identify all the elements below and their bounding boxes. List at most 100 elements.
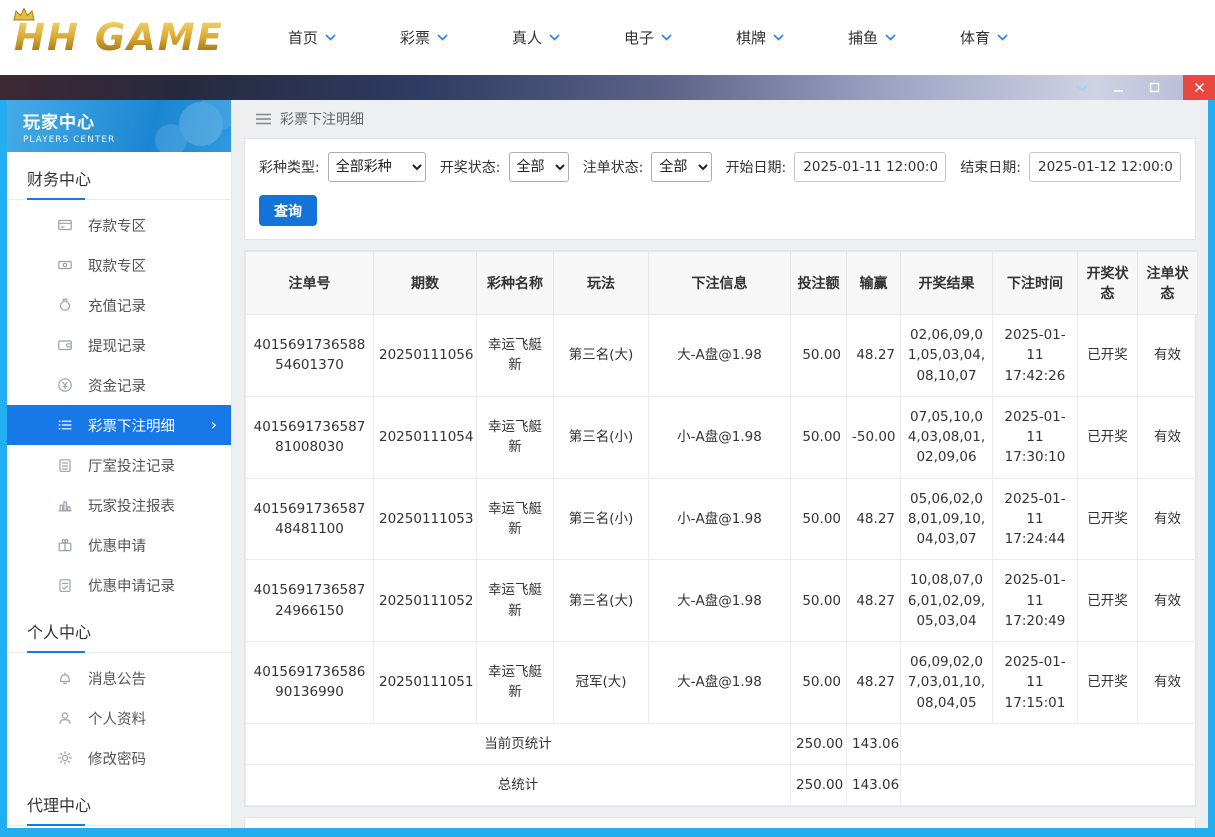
sidebar-item-label: 充值记录	[88, 298, 146, 315]
table-header-cell: 注单状态	[1137, 251, 1198, 315]
table-cell: 50.00	[790, 395, 847, 479]
sidebar-item[interactable]: 存款专区	[7, 205, 231, 245]
summary-bet-total: 250.00	[790, 763, 847, 807]
sidebar-item[interactable]: 充值记录	[7, 285, 231, 325]
sidebar-menu: 财务中心存款专区取款专区充值记录提现记录 资金记录 彩票下注明细 › 厅室投注记录玩家投…	[7, 152, 231, 826]
nav-item-4[interactable]: 电子	[624, 27, 672, 48]
page-title: 彩票下注明细	[280, 112, 364, 128]
table-cell: 第三名(小)	[553, 395, 649, 479]
table-cell: 幸运飞艇新	[476, 314, 554, 397]
chevron-down-icon	[773, 34, 784, 41]
table-header-cell: 期数	[373, 251, 477, 315]
order-status-select[interactable]: 全部	[651, 152, 712, 182]
sidebar-item[interactable]: 取款专区	[7, 245, 231, 285]
table-header-cell: 彩种名称	[476, 251, 554, 315]
sidebar-item[interactable]: 消息公告	[7, 658, 231, 698]
sidebar-header: 玩家中心 PLAYERS CENTER	[7, 100, 231, 152]
start-date-input[interactable]	[794, 152, 947, 182]
table-cell: 大-A盘@1.98	[648, 559, 791, 642]
table-cell: 20250111053	[373, 477, 477, 561]
window-maximize-button[interactable]	[1143, 75, 1165, 100]
window-close-button[interactable]	[1183, 75, 1215, 100]
window-minimize-button[interactable]	[1107, 75, 1129, 100]
sidebar-item[interactable]: 玩家投注报表	[7, 485, 231, 525]
sidebar-item-label: 存款专区	[88, 218, 146, 235]
nav-item-5[interactable]: 棋牌	[736, 27, 784, 48]
sidebar-section-header: 代理中心	[7, 778, 231, 826]
end-date-input[interactable]	[1029, 152, 1181, 182]
nav-item-label: 棋牌	[735, 29, 766, 47]
lottery-type-select[interactable]: 全部彩种	[327, 152, 426, 182]
withdraw-icon	[58, 260, 72, 270]
sidebar-item[interactable]: 彩票下注明细 ›	[7, 405, 231, 445]
table-header-cell: 开奖结果	[900, 251, 993, 315]
content-area: 玩家中心 PLAYERS CENTER 财务中心存款专区取款专区充值记录提现记录…	[0, 100, 1215, 837]
table-cell: 大-A盘@1.98	[648, 641, 791, 724]
table-row: 401569173658781008030 20250111054 幸运飞艇新 第三名…	[245, 395, 1198, 479]
chevron-down-icon	[1076, 84, 1088, 92]
sidebar-item[interactable]: 厅室投注记录	[7, 445, 231, 485]
sidebar-item-label: 优惠申请	[88, 538, 146, 555]
sidebar-item-label: 修改密码	[88, 751, 146, 768]
player-bet-report-icon	[58, 501, 72, 512]
table-cell: -50.00	[846, 395, 901, 479]
window-dropdown-button[interactable]	[1071, 75, 1093, 100]
table-cell: 50.00	[790, 477, 847, 561]
nav-item-3[interactable]: 真人	[512, 27, 560, 48]
draw-status-label: 开奖状态:	[439, 160, 501, 176]
sidebar-item[interactable]: 优惠申请记录	[7, 565, 231, 605]
table-cell: 有效	[1137, 314, 1198, 397]
table-cell: 20250111056	[373, 314, 477, 397]
maximize-icon	[1149, 82, 1159, 93]
brand-logo[interactable]: HH GAME	[10, 7, 224, 59]
sidebar-title: 玩家中心	[23, 113, 95, 133]
table-cell: 05,06,02,08,01,09,10,04,03,07	[900, 477, 993, 561]
breadcrumb: 彩票下注明细	[244, 100, 1196, 138]
table-cell: 已开奖	[1077, 641, 1138, 724]
table-summary-row: 当前页统计 250.00 143.06	[245, 722, 1198, 766]
sidebar-item[interactable]: 个人资料	[7, 698, 231, 738]
table-cell: 10,08,07,06,01,02,09,05,03,04	[900, 559, 993, 642]
search-button[interactable]: 查询	[259, 195, 317, 226]
sidebar-item[interactable]: 优惠申请	[7, 525, 231, 565]
cashout-record-icon	[58, 340, 72, 351]
sidebar-item[interactable]: 修改密码	[7, 738, 231, 778]
table-cell: 07,05,10,04,03,08,01,02,09,06	[900, 395, 993, 479]
table-header-cell: 注单号	[245, 251, 374, 315]
table-row: 401569173658854601370 20250111056 幸运飞艇新 第三名…	[245, 314, 1198, 397]
table-cell: 20250111054	[373, 395, 477, 479]
table-cell: 小-A盘@1.98	[648, 395, 791, 479]
sidebar-section-header: 财务中心	[7, 152, 231, 200]
table-cell: 50.00	[790, 314, 847, 397]
table-cell: 401569173658690136990	[245, 641, 374, 724]
nav-item-2[interactable]: 彩票	[400, 27, 448, 48]
summary-label: 当前页统计	[245, 722, 791, 766]
table-header-cell: 投注额	[790, 251, 847, 315]
nav-item-7[interactable]: 体育	[960, 27, 1008, 48]
summary-winloss-total: 143.06	[846, 763, 901, 807]
sidebar-item[interactable]: 提现记录	[7, 325, 231, 365]
crown-icon	[13, 7, 35, 21]
window-chrome-bar	[0, 75, 1215, 100]
deposit-card-icon	[58, 219, 72, 231]
nav-item-label: 真人	[511, 29, 542, 47]
table-row: 401569173658690136990 20250111051 幸运飞艇新 冠军(…	[245, 641, 1198, 724]
table-header-cell: 玩法	[553, 251, 649, 315]
promo-apply-record-icon	[59, 579, 71, 592]
end-date-label: 结束日期:	[960, 160, 1021, 176]
draw-status-select[interactable]: 全部	[508, 152, 569, 182]
table-cell: 2025-01-11 17:42:26	[992, 314, 1078, 397]
nav-item-label: 体育	[960, 29, 991, 47]
table-cell: 2025-01-11 17:30:10	[992, 395, 1078, 479]
chevron-down-icon	[437, 34, 448, 41]
table-cell: 已开奖	[1077, 314, 1138, 397]
table-cell: 有效	[1137, 641, 1198, 724]
recharge-record-icon	[59, 298, 71, 311]
menu-icon	[256, 113, 271, 125]
nav-item-1[interactable]: 首页	[288, 27, 336, 48]
main-panel: 彩票下注明细 彩种类型: 全部彩种 开奖状态: 全部 注单状态: 全部 开始日期…	[232, 100, 1208, 828]
nav-item-6[interactable]: 捕鱼	[848, 27, 896, 48]
sidebar-item-label: 玩家投注报表	[88, 498, 175, 515]
sidebar-item[interactable]: 资金记录	[7, 365, 231, 405]
table-summary-row: 总统计 250.00 143.06	[245, 763, 1198, 807]
